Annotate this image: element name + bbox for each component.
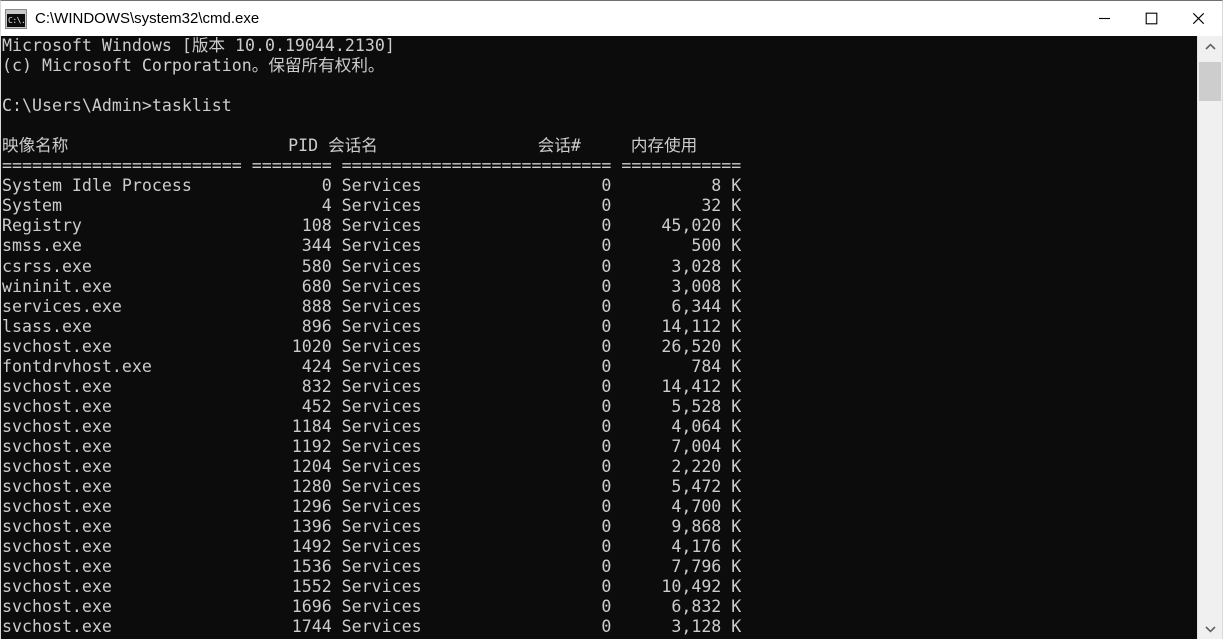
scroll-down-button[interactable] — [1198, 618, 1222, 639]
close-button[interactable] — [1175, 1, 1222, 36]
console-text: Microsoft Windows [版本 10.0.19044.2130] (… — [2, 36, 742, 637]
minimize-icon — [1099, 17, 1110, 20]
window-title: C:\WINDOWS\system32\cmd.exe — [35, 10, 260, 27]
scroll-up-button[interactable] — [1198, 36, 1222, 58]
maximize-button[interactable] — [1128, 1, 1175, 36]
close-icon — [1192, 12, 1205, 25]
chevron-up-icon — [1204, 43, 1216, 50]
icon-prompt-text: C:\. — [8, 15, 26, 25]
maximize-icon — [1145, 12, 1158, 25]
title-bar[interactable]: C:\. C:\WINDOWS\system32\cmd.exe — [1, 1, 1222, 36]
window-controls — [1081, 1, 1222, 36]
scrollbar-thumb[interactable] — [1199, 62, 1221, 101]
console-output-area[interactable]: Microsoft Windows [版本 10.0.19044.2130] (… — [1, 36, 1222, 639]
chevron-down-icon — [1204, 626, 1216, 633]
minimize-button[interactable] — [1081, 1, 1128, 36]
cmd-console-icon: C:\. — [5, 8, 27, 29]
title-bar-left: C:\. C:\WINDOWS\system32\cmd.exe — [1, 8, 1081, 29]
console-scrollbar[interactable] — [1197, 36, 1222, 639]
scrollbar-track[interactable] — [1198, 58, 1222, 618]
cmd-window: C:\. C:\WINDOWS\system32\cmd.exe Microso… — [0, 0, 1223, 639]
